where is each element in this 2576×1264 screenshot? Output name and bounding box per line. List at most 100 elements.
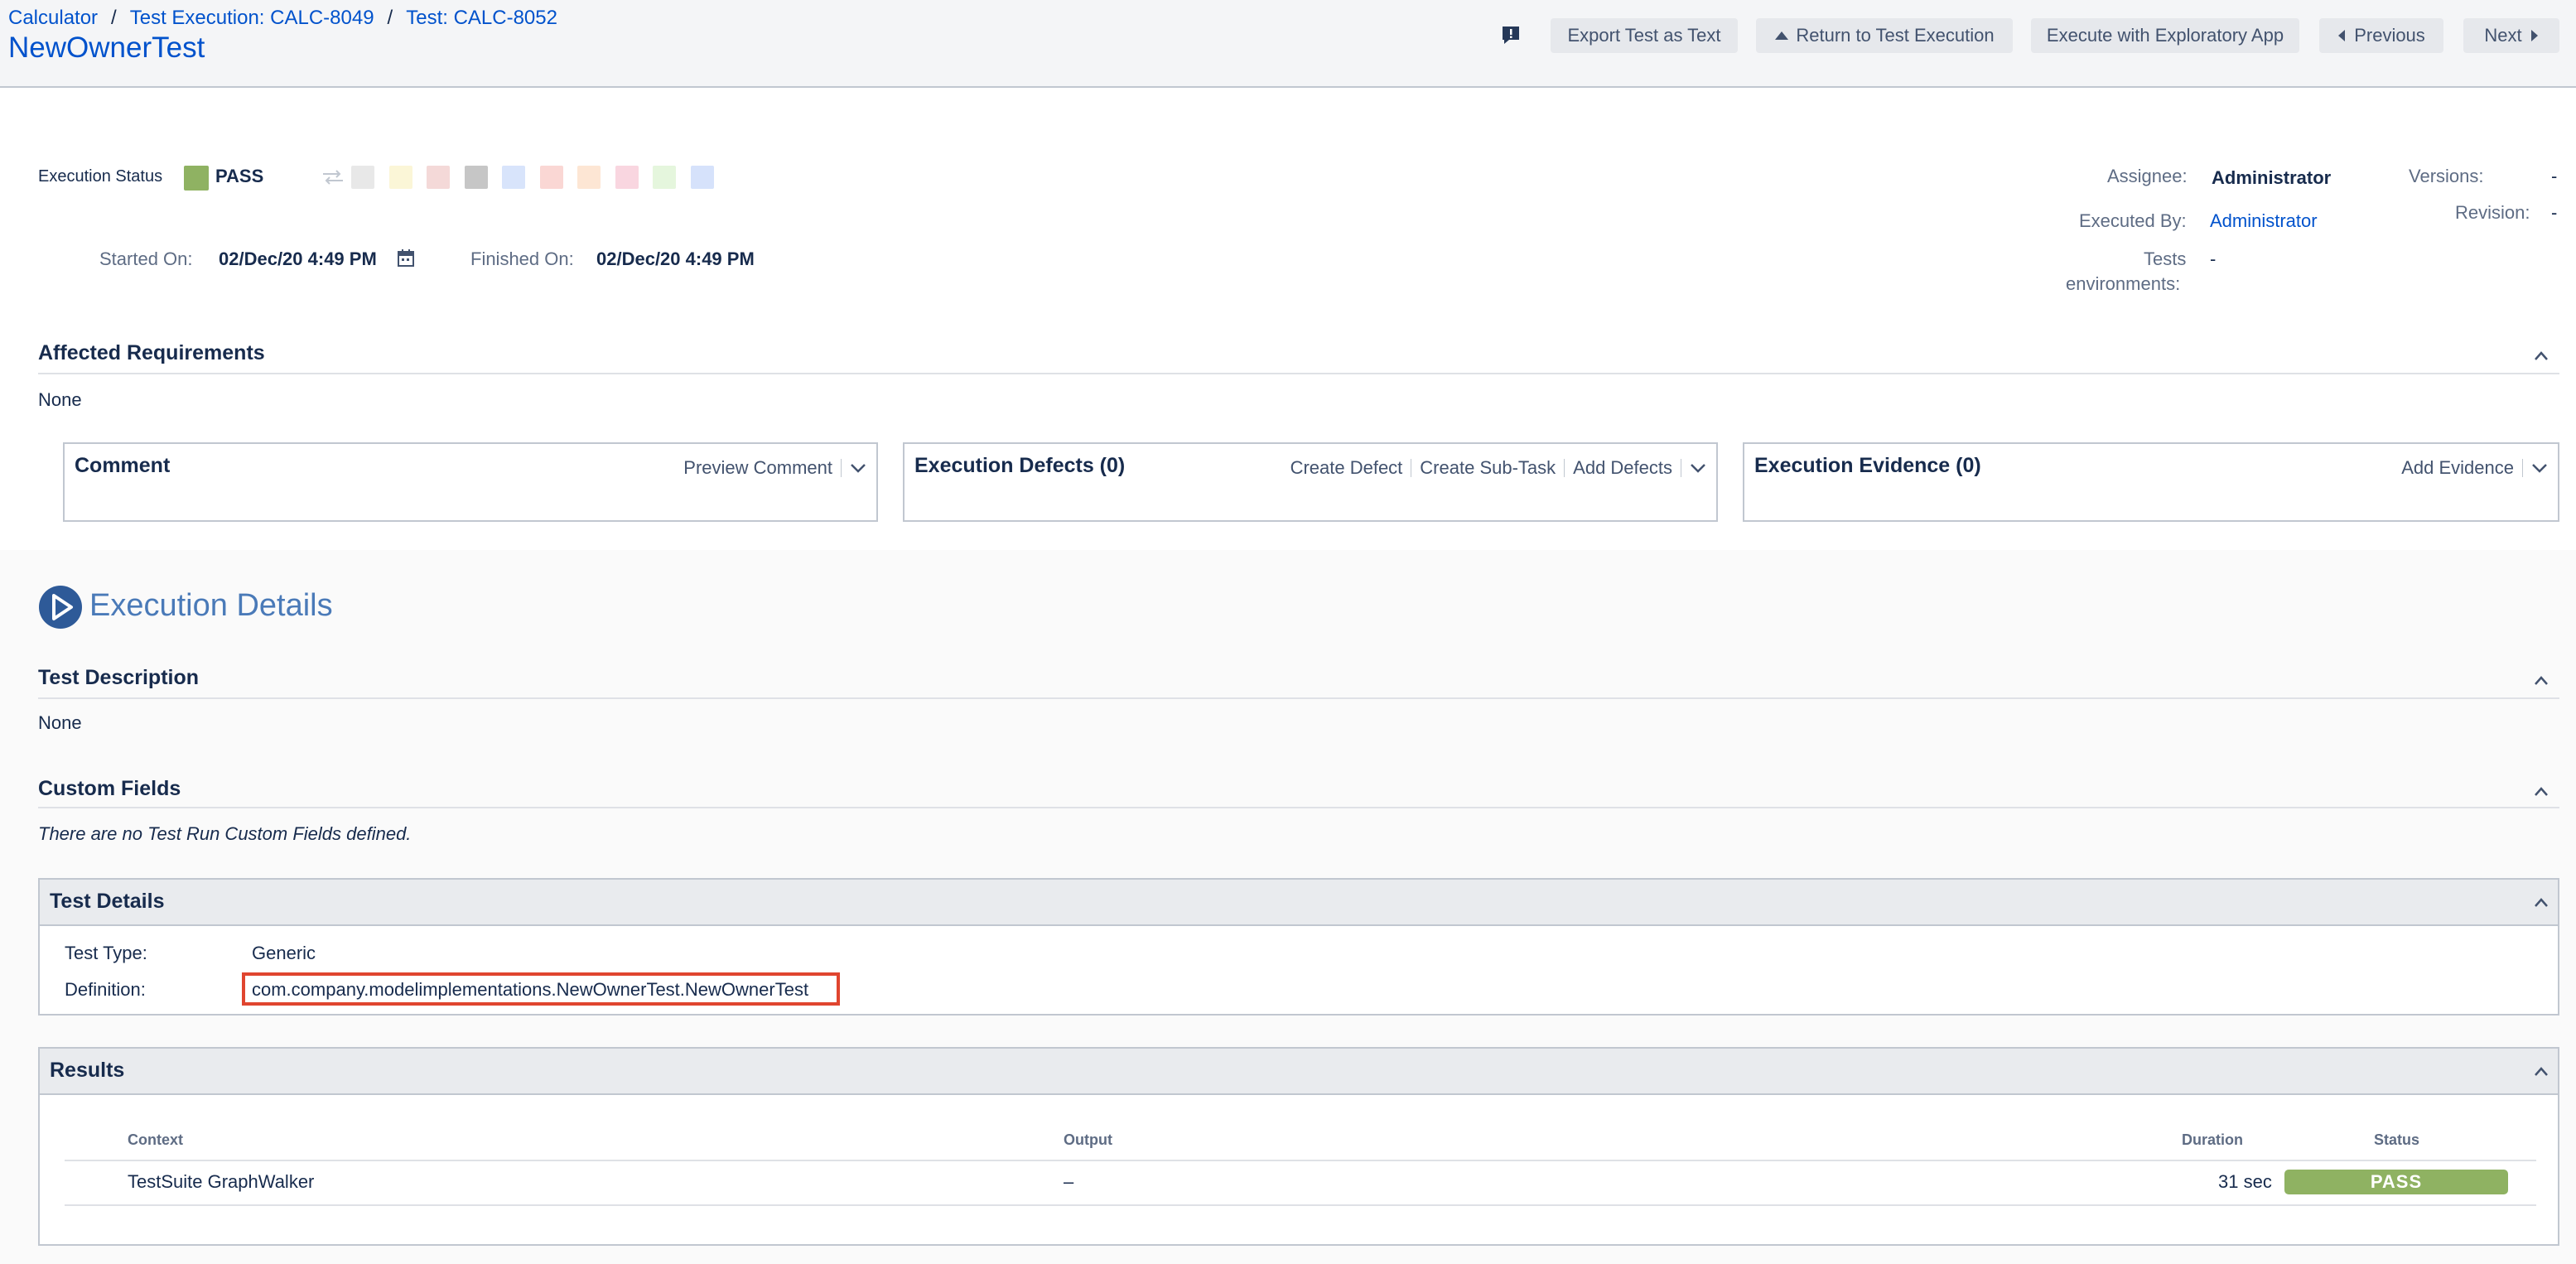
breadcrumb-project[interactable]: Calculator <box>8 7 98 29</box>
chevron-down-icon[interactable] <box>850 462 866 474</box>
started-on-value: 02/Dec/20 4:49 PM <box>219 248 377 269</box>
status-swatch[interactable] <box>351 166 374 189</box>
definition-value: com.company.modelimplementations.NewOwne… <box>252 979 809 1000</box>
status-swatch[interactable] <box>653 166 676 189</box>
revision-label: Revision: <box>2455 202 2530 223</box>
status-swatch[interactable] <box>427 166 450 189</box>
results-panel: Results Context Output Duration Status T… <box>38 1047 2559 1246</box>
column-output[interactable]: Output <box>1064 1131 1112 1149</box>
status-swatch[interactable] <box>577 166 601 189</box>
tests-environments-value: - <box>2210 248 2217 269</box>
row-context: TestSuite GraphWalker <box>128 1171 315 1192</box>
execute-exploratory-button[interactable]: Execute with Exploratory App <box>2031 18 2299 53</box>
status-badge: PASS <box>2284 1170 2508 1194</box>
test-details-title: Test Details <box>50 890 165 913</box>
started-on-label: Started On: <box>99 248 193 269</box>
definition-label: Definition: <box>65 979 146 1000</box>
status-swatch[interactable] <box>539 166 563 189</box>
finished-on-label: Finished On: <box>470 248 574 269</box>
test-details-panel: Test Details Test Type: Generic Definiti… <box>38 878 2559 1016</box>
chevron-down-icon[interactable] <box>2531 462 2548 474</box>
affected-requirements-title: Affected Requirements <box>38 341 265 364</box>
calendar-icon[interactable] <box>398 248 414 267</box>
execution-details-title: Execution Details <box>89 588 333 623</box>
executed-by-label: Executed By: <box>2079 210 2187 231</box>
results-title: Results <box>50 1059 125 1082</box>
caret-up-icon <box>1775 31 1789 40</box>
caret-right-icon <box>2530 30 2538 41</box>
affected-requirements-value: None <box>38 389 82 410</box>
divider <box>65 1204 2536 1206</box>
swap-arrows-icon <box>323 170 343 185</box>
breadcrumb-separator: / <box>387 7 393 29</box>
export-test-label: Export Test as Text <box>1567 25 1721 46</box>
chevron-down-icon[interactable] <box>1690 462 1706 474</box>
executed-by-value[interactable]: Administrator <box>2210 210 2318 232</box>
status-swatch[interactable] <box>690 166 714 189</box>
assignee-value: Administrator <box>2212 167 2332 188</box>
page-header: Calculator / Test Execution: CALC-8049 / Tes… <box>0 0 2576 88</box>
execution-status-label: Execution Status <box>38 167 163 186</box>
versions-value: - <box>2551 166 2558 186</box>
comment-panel: Comment Preview Comment <box>63 442 878 522</box>
divider <box>38 373 2559 374</box>
execution-evidence-panel: Execution Evidence (0) Add Evidence <box>1743 442 2559 522</box>
custom-fields-value: There are no Test Run Custom Fields defi… <box>38 823 412 844</box>
preview-comment-link[interactable]: Preview Comment <box>683 457 832 479</box>
column-status[interactable]: Status <box>2374 1131 2419 1149</box>
test-description-value: None <box>38 712 82 733</box>
add-defects-link[interactable]: Add Defects <box>1573 457 1672 479</box>
revision-value: - <box>2551 202 2558 223</box>
collapse-results-icon[interactable] <box>2533 1064 2549 1080</box>
test-type-label: Test Type: <box>65 943 147 963</box>
execution-defects-title: Execution Defects (0) <box>914 454 1126 477</box>
breadcrumb-separator: / <box>111 7 117 29</box>
status-swatch[interactable] <box>388 166 412 189</box>
assignee-label: Assignee: <box>2107 166 2188 186</box>
divider <box>38 697 2559 699</box>
export-test-button[interactable]: Export Test as Text <box>1551 18 1738 53</box>
breadcrumb-test-execution[interactable]: Test Execution: CALC-8049 <box>130 7 374 29</box>
divider <box>841 459 842 477</box>
page-title: NewOwnerTest <box>8 31 205 64</box>
next-button[interactable]: Next <box>2463 18 2559 53</box>
previous-button[interactable]: Previous <box>2319 18 2443 53</box>
tests-environments-label-line2: environments: <box>2066 273 2181 294</box>
finished-on-value: 02/Dec/20 4:49 PM <box>596 248 755 269</box>
test-description-title: Test Description <box>38 666 200 689</box>
play-circle-icon <box>39 586 82 629</box>
status-swatch[interactable] <box>502 166 525 189</box>
breadcrumb: Calculator / Test Execution: CALC-8049 / Tes… <box>8 7 557 30</box>
status-value: PASS <box>215 166 264 186</box>
collapse-custom-fields-icon[interactable] <box>2533 784 2549 800</box>
execution-defects-panel: Execution Defects (0) Create Defect Crea… <box>903 442 1718 522</box>
status-pass-swatch[interactable] <box>184 166 209 191</box>
execution-evidence-title: Execution Evidence (0) <box>1754 454 1981 477</box>
return-to-execution-button[interactable]: Return to Test Execution <box>1756 18 2013 53</box>
collapse-requirements-icon[interactable] <box>2533 348 2549 364</box>
column-duration[interactable]: Duration <box>2182 1131 2243 1149</box>
divider <box>2522 459 2523 477</box>
collapse-description-icon[interactable] <box>2533 673 2549 689</box>
status-swatch[interactable] <box>464 166 488 189</box>
results-header[interactable]: Results <box>40 1049 2558 1095</box>
feedback-icon[interactable] <box>1501 25 1521 45</box>
row-duration: 31 sec <box>2218 1171 2272 1192</box>
add-evidence-link[interactable]: Add Evidence <box>2401 457 2514 479</box>
previous-label: Previous <box>2354 25 2425 46</box>
versions-label: Versions: <box>2409 166 2484 186</box>
caret-left-icon <box>2338 30 2346 41</box>
collapse-test-details-icon[interactable] <box>2533 895 2549 911</box>
row-output: – <box>1064 1171 1074 1192</box>
create-subtask-link[interactable]: Create Sub-Task <box>1420 457 1556 479</box>
status-swatch[interactable] <box>615 166 639 189</box>
table-row[interactable]: TestSuite GraphWalker – 31 sec PASS <box>65 1161 2536 1204</box>
test-details-header[interactable]: Test Details <box>40 880 2558 926</box>
custom-fields-title: Custom Fields <box>38 777 181 800</box>
column-context[interactable]: Context <box>128 1131 183 1149</box>
execute-exploratory-label: Execute with Exploratory App <box>2046 25 2284 46</box>
comment-title: Comment <box>75 454 171 477</box>
create-defect-link[interactable]: Create Defect <box>1290 457 1403 479</box>
breadcrumb-test[interactable]: Test: CALC-8052 <box>406 7 557 29</box>
next-label: Next <box>2484 25 2522 46</box>
